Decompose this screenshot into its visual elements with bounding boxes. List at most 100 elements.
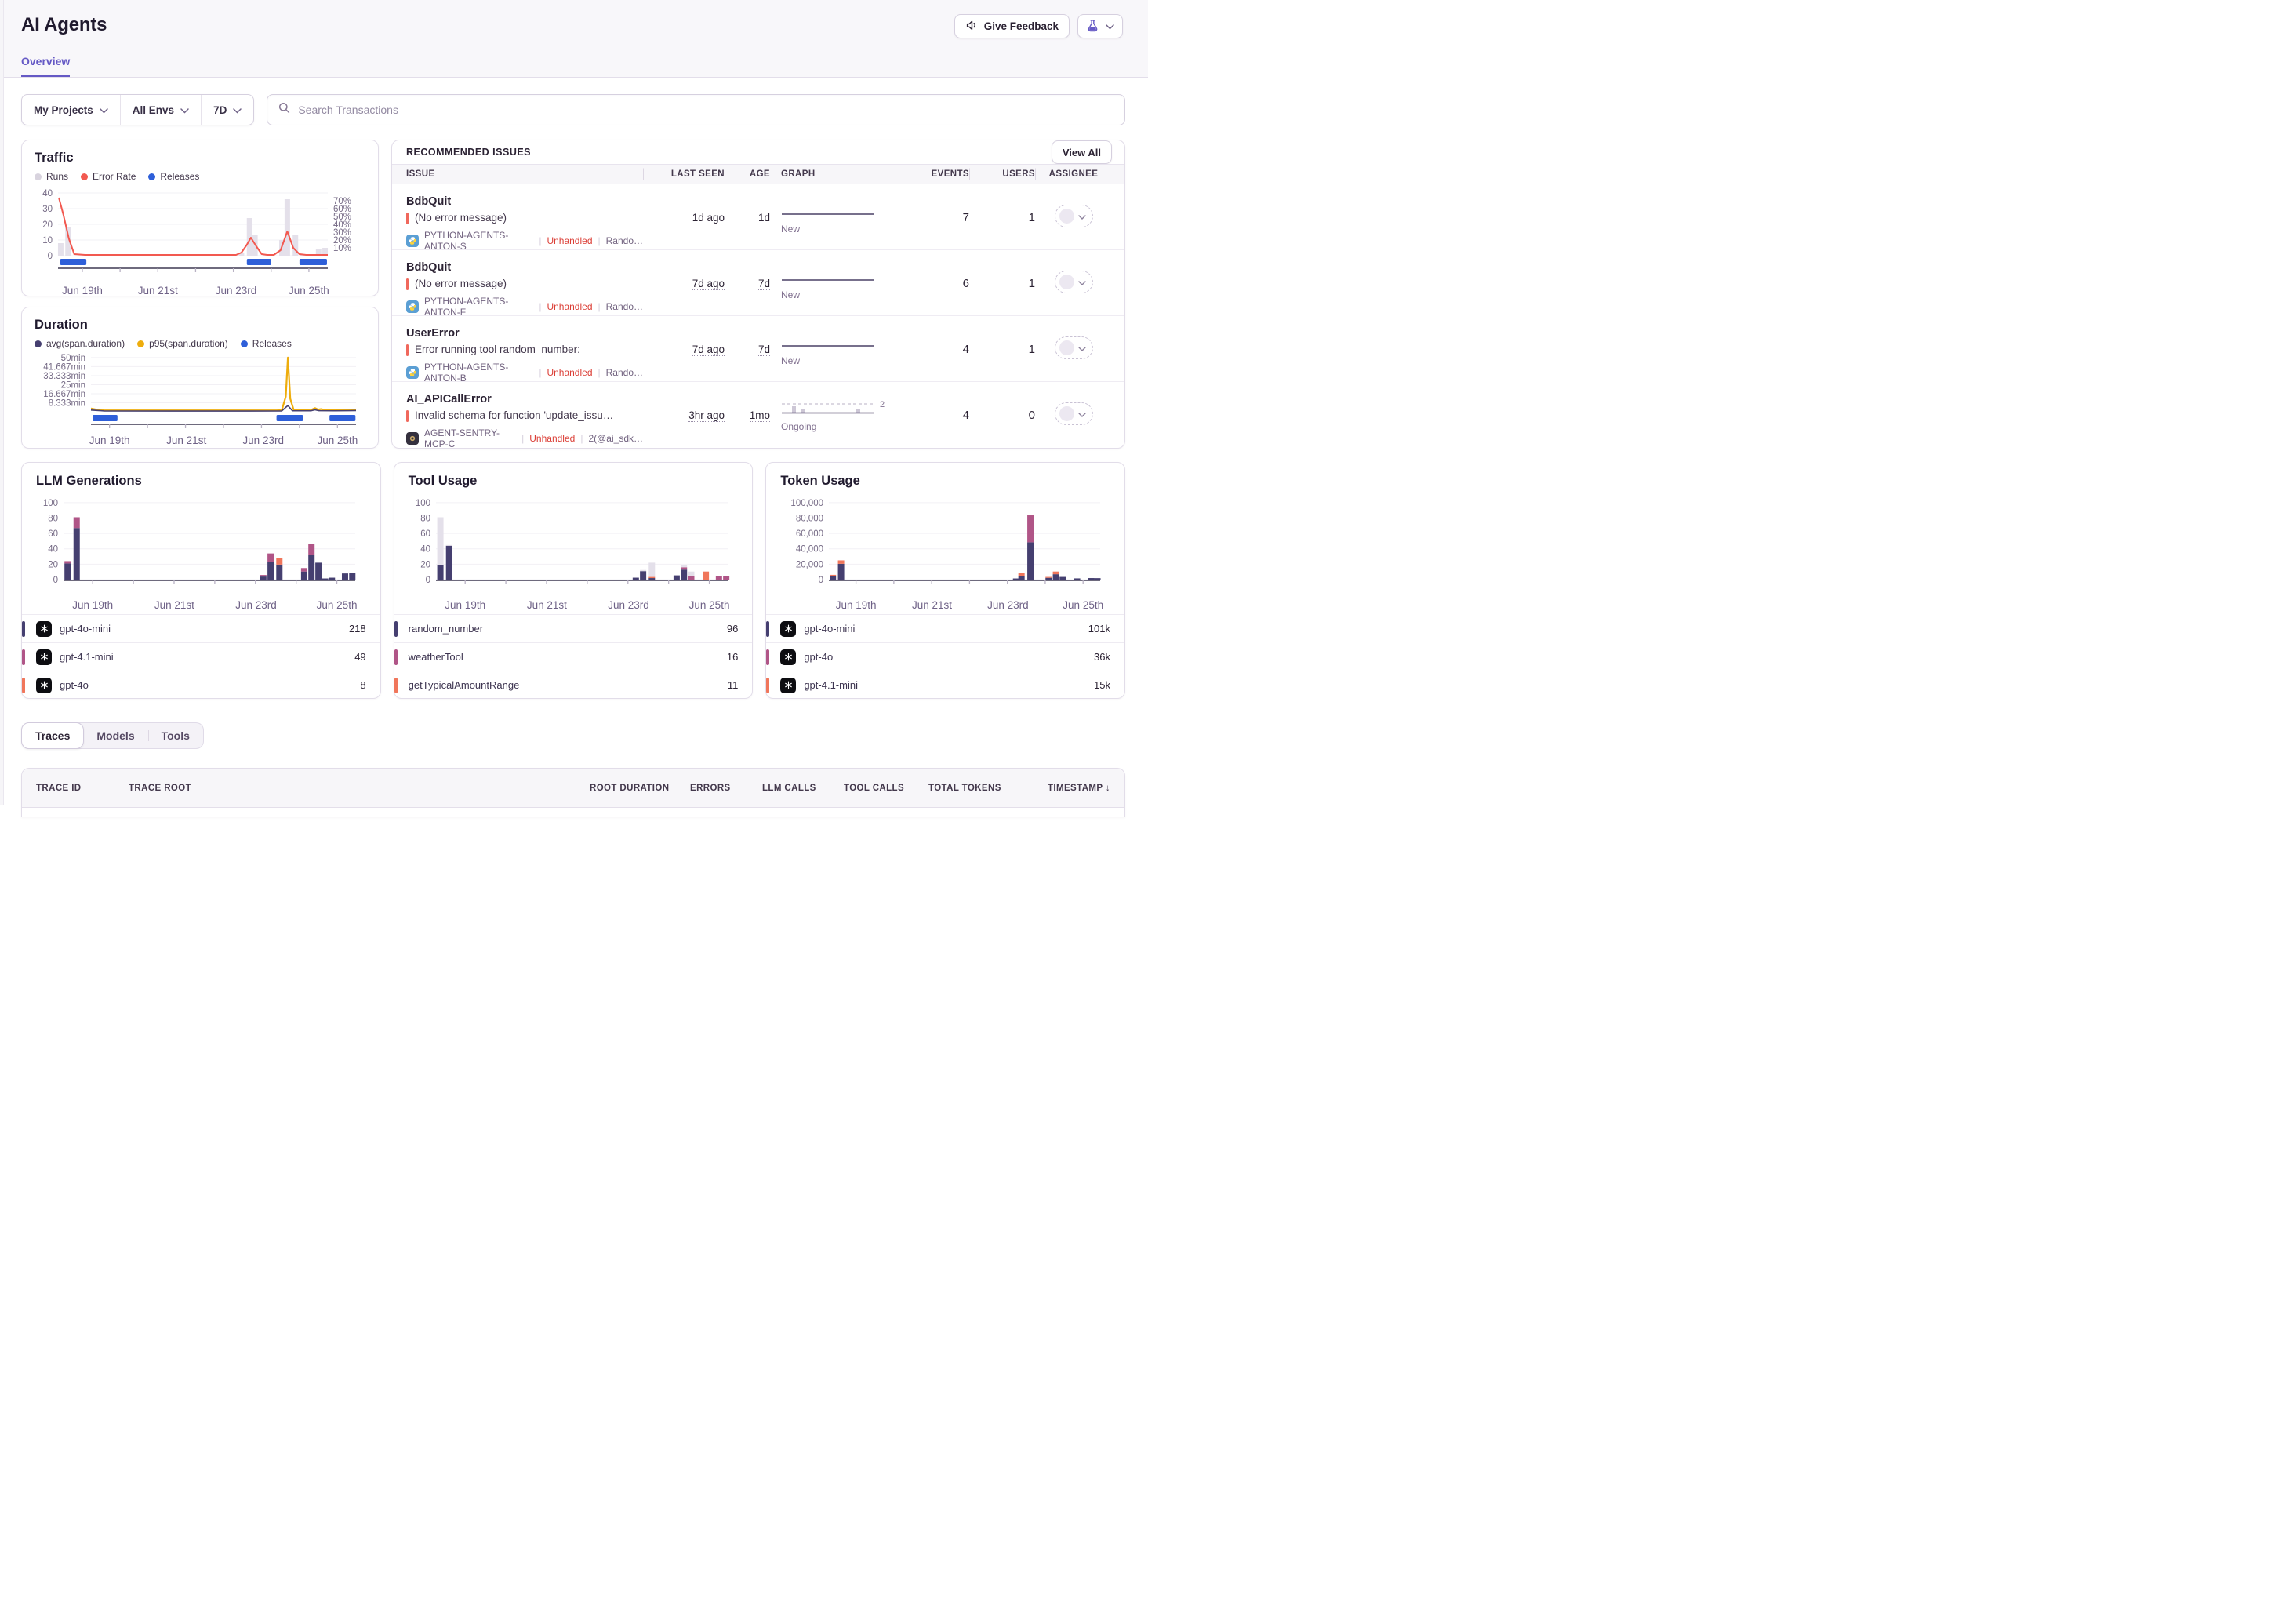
duration-title: Duration — [35, 318, 365, 333]
legend-row-gpt-4o[interactable]: gpt-4o36k — [766, 642, 1124, 671]
search-input[interactable] — [298, 104, 1113, 116]
svg-text:40: 40 — [49, 545, 59, 555]
projects-dropdown[interactable]: My Projects — [22, 95, 120, 125]
issue-age: 1d — [725, 194, 770, 225]
age-value: 7d — [758, 278, 770, 290]
issue-table-row[interactable]: BdbQuit(No error message)PYTHON-AGENTS-A… — [392, 250, 1124, 316]
issue-graph-label: Ongoing — [781, 421, 910, 432]
svg-text:Jun 25th: Jun 25th — [317, 599, 358, 611]
issue-table-row[interactable]: BdbQuit(No error message)PYTHON-AGENTS-A… — [392, 184, 1124, 250]
legend-row-gpt-4o[interactable]: gpt-4o8 — [22, 671, 380, 699]
assignee-dropdown[interactable] — [1055, 205, 1093, 227]
assignee-dropdown[interactable] — [1055, 402, 1093, 425]
svg-text:80,000: 80,000 — [795, 514, 823, 523]
issue-events-count: 6 — [910, 260, 969, 290]
date-range-dropdown[interactable]: 7D — [201, 95, 253, 125]
tab-overview[interactable]: Overview — [21, 55, 70, 77]
ai-agents-page: AI Agents Give Feedback — [0, 0, 1148, 806]
issue-table-row[interactable]: AI_APICallErrorInvalid schema for functi… — [392, 382, 1124, 448]
give-feedback-button[interactable]: Give Feedback — [954, 14, 1070, 38]
legend-color-chip — [394, 649, 398, 665]
legend-item[interactable]: avg(span.duration) — [35, 338, 125, 349]
trace-column-id: TRACE ID — [36, 784, 129, 793]
page-filter-group: My Projects All Envs 7D — [21, 94, 254, 125]
legend-row-random_number[interactable]: random_number96 — [394, 614, 753, 642]
svg-text:Jun 19th: Jun 19th — [445, 599, 485, 611]
search-icon — [278, 102, 290, 118]
legend-row-gpt-4o-mini[interactable]: gpt-4o-mini218 — [22, 614, 380, 642]
give-feedback-label: Give Feedback — [984, 20, 1059, 32]
issue-title-link[interactable]: BdbQuit — [406, 194, 643, 209]
svg-text:60,000: 60,000 — [795, 529, 823, 539]
legend-item[interactable]: Error Rate — [81, 171, 136, 182]
openai-icon — [780, 649, 796, 665]
svg-text:Jun 21st: Jun 21st — [154, 599, 194, 611]
legend-item[interactable]: Runs — [35, 171, 68, 182]
lab-features-button[interactable] — [1077, 14, 1123, 38]
environments-dropdown[interactable]: All Envs — [120, 95, 201, 125]
python-project-icon — [406, 366, 419, 379]
recommended-issues-title: RECOMMENDED ISSUES — [406, 147, 531, 158]
tab-traces[interactable]: Traces — [21, 722, 84, 749]
legend-series-name: gpt-4o — [804, 651, 1086, 663]
chevron-down-icon — [100, 104, 108, 116]
svg-text:2: 2 — [880, 400, 885, 409]
legend-color-dot — [148, 173, 155, 180]
legend-label: p95(span.duration) — [149, 338, 228, 349]
issues-column-seen: LAST SEEN — [643, 169, 725, 179]
issue-meta: AGENT-SENTRY-MCP-C|Unhandled|2(@ai_sdk… — [406, 427, 643, 449]
sort-desc-icon: ↓ — [1103, 784, 1110, 793]
svg-text:80: 80 — [49, 514, 59, 523]
legend-item[interactable]: Releases — [241, 338, 292, 349]
divider: | — [598, 367, 601, 378]
issue-table-row[interactable]: UserErrorError running tool random_numbe… — [392, 316, 1124, 382]
legend-item[interactable]: Releases — [148, 171, 199, 182]
assignee-dropdown[interactable] — [1055, 271, 1093, 293]
legend-row-gpt-4.1-mini[interactable]: gpt-4.1-mini49 — [22, 642, 380, 671]
svg-text:80: 80 — [420, 514, 430, 523]
traces-models-tools-tabs: TracesModelsTools — [21, 722, 204, 749]
issue-title-link[interactable]: AI_APICallError — [406, 391, 643, 407]
search-transactions-box[interactable] — [267, 94, 1125, 125]
legend-label: Releases — [160, 171, 199, 182]
avatar — [1059, 340, 1074, 355]
token-card: Token Usage020,00040,00060,00080,000100,… — [765, 462, 1125, 699]
issue-message: (No error message) — [406, 275, 643, 293]
legend-row-getTypicalAmountRange[interactable]: getTypicalAmountRange11 — [394, 671, 753, 699]
legend-color-chip — [766, 649, 769, 665]
assignee-dropdown[interactable] — [1055, 336, 1093, 359]
trace-column-ts[interactable]: TIMESTAMP ↓ — [1026, 784, 1110, 793]
tool-title: Tool Usage — [394, 474, 753, 489]
legend-row-gpt-4o-mini[interactable]: gpt-4o-mini101k — [766, 614, 1124, 642]
project-icon — [406, 432, 419, 445]
unhandled-badge: Unhandled — [529, 433, 575, 444]
svg-text:Jun 25th: Jun 25th — [689, 599, 730, 611]
trace-column-tok: TOTAL TOKENS — [928, 784, 1026, 793]
issue-title-link[interactable]: BdbQuit — [406, 260, 643, 275]
openai-icon — [36, 678, 52, 693]
trace-column-llm: LLM CALLS — [762, 784, 844, 793]
issue-graph-label: New — [781, 355, 910, 366]
issues-column-assignee: ASSIGNEE — [1035, 169, 1112, 179]
app-edge-sliver — [0, 0, 4, 806]
traffic-chart: 01020304010%20%30%40%50%60%70%Jun 19thJu… — [35, 182, 364, 298]
traffic-title: Traffic — [35, 151, 365, 165]
tab-tools[interactable]: Tools — [148, 723, 203, 748]
issue-events-count: 4 — [910, 391, 969, 422]
llm-chart: 020406080100Jun 19thJun 21stJun 23rdJun … — [35, 489, 366, 613]
svg-text:Jun 21st: Jun 21st — [912, 599, 952, 611]
svg-text:25min: 25min — [61, 380, 85, 390]
issues-column-users: USERS — [969, 169, 1035, 179]
llm-card: LLM Generations020406080100Jun 19thJun 2… — [21, 462, 381, 699]
legend-color-dot — [35, 173, 42, 180]
tab-models[interactable]: Models — [83, 723, 147, 748]
view-all-button[interactable]: View All — [1052, 140, 1112, 164]
date-range-dropdown-label: 7D — [213, 104, 227, 116]
chevron-down-icon — [180, 104, 189, 116]
svg-text:16.667min: 16.667min — [43, 390, 85, 399]
legend-item[interactable]: p95(span.duration) — [137, 338, 228, 349]
legend-row-gpt-4.1-mini[interactable]: gpt-4.1-mini15k — [766, 671, 1124, 699]
legend-row-weatherTool[interactable]: weatherTool16 — [394, 642, 753, 671]
issue-last-seen: 7d ago — [643, 260, 725, 291]
issue-title-link[interactable]: UserError — [406, 325, 643, 341]
